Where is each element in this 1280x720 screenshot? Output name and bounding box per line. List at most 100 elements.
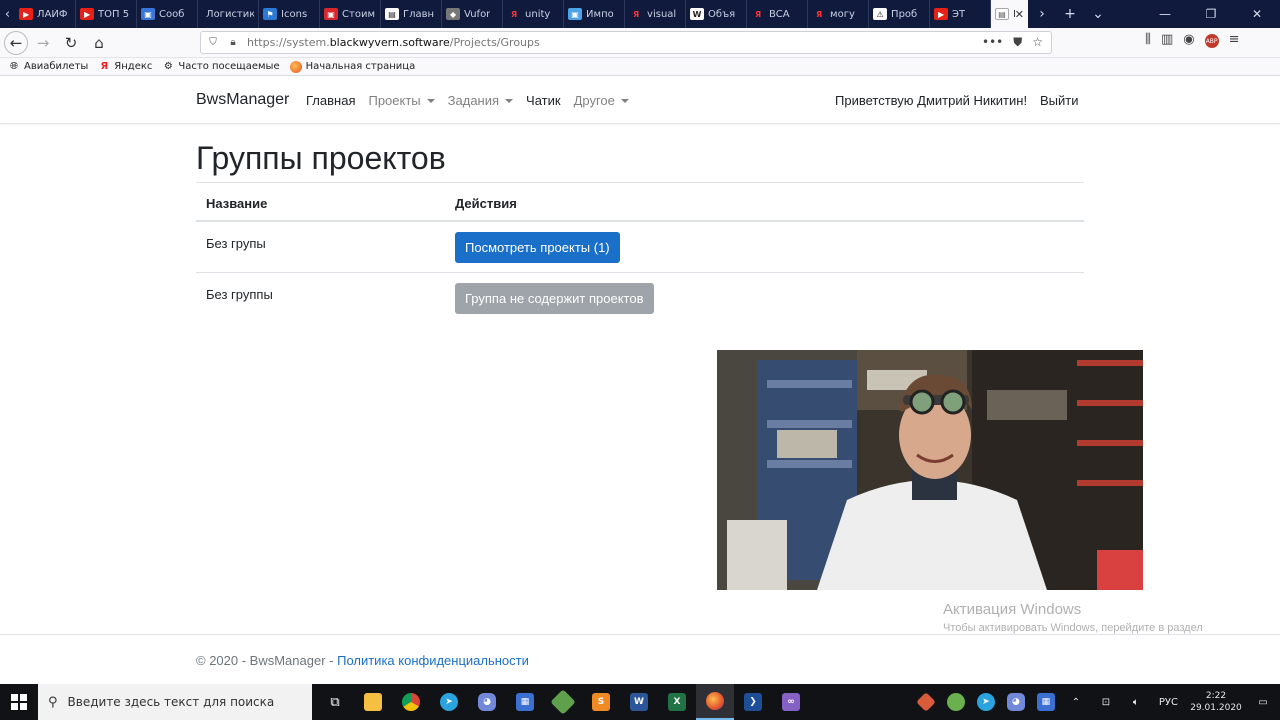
nav-item[interactable]: Задания	[448, 93, 514, 108]
browser-tab[interactable]: Ямогу	[808, 0, 870, 28]
empty-group-button[interactable]: Группа не содержит проектов	[455, 283, 654, 314]
browser-tab[interactable]: ▶ ЭТ	[930, 0, 992, 28]
taskbar-discord[interactable]: ◕	[468, 684, 506, 720]
menu-icon[interactable]: ≡	[1229, 32, 1240, 48]
site-footer: © 2020 - BwsManager - Политика конфиденц…	[0, 634, 1280, 684]
taskbar-search[interactable]: ⚲ Введите здесь текст для поиска	[38, 684, 312, 720]
tab-scroll-left-icon[interactable]: ‹	[0, 0, 15, 28]
tray-android[interactable]	[941, 693, 971, 711]
forward-button[interactable]: →	[30, 30, 56, 56]
page-actions-icon[interactable]: •••	[982, 35, 1003, 50]
browser-tab[interactable]: ▶ ТОП 5	[76, 0, 138, 28]
main-menu: Главная Проекты Задания Чатик Другое	[306, 93, 642, 108]
browser-tab[interactable]: ⚑ Icons	[259, 0, 321, 28]
url-text[interactable]: https://system.blackwyvern.software/Proj…	[247, 36, 540, 49]
restore-icon[interactable]: ❐	[1188, 7, 1234, 21]
browser-tab[interactable]: ▣ Сооб	[137, 0, 199, 28]
tab-scroll-right-icon[interactable]: ›	[1028, 6, 1056, 22]
view-projects-button[interactable]: Посмотреть проекты (1)	[455, 232, 620, 263]
list-tabs-icon[interactable]: ⌄	[1084, 6, 1112, 22]
close-tab-icon[interactable]: ✕	[1015, 8, 1024, 21]
adblock-icon[interactable]: ABP	[1204, 34, 1219, 48]
home-button[interactable]: ⌂	[86, 30, 112, 56]
taskbar-visual-studio[interactable]: ∞	[772, 684, 810, 720]
bookmark-most-visited[interactable]: ⚙ Часто посещаемые	[162, 61, 280, 73]
nav-item[interactable]: Другое	[574, 93, 629, 108]
arrow-right-icon: →	[36, 33, 50, 52]
nav-item[interactable]: Проекты	[368, 93, 435, 108]
taskbar-network-app[interactable]: ▦	[506, 684, 544, 720]
column-header-name: Название	[206, 196, 268, 211]
user-greeting[interactable]: Приветствую Дмитрий Никитин!	[835, 93, 1027, 108]
taskbar-excel[interactable]: X	[658, 684, 696, 720]
browser-tab[interactable]: ⚠ Проб	[869, 0, 931, 28]
language-indicator[interactable]: РУС	[1159, 697, 1178, 708]
browser-tab[interactable]: Логистик	[198, 0, 260, 28]
youtube-icon: ▶	[19, 8, 34, 20]
privacy-link[interactable]: Политика конфиденциальности	[337, 653, 529, 668]
taskbar-git[interactable]	[544, 684, 582, 720]
browser-tab[interactable]: ▣ Стоим	[320, 0, 382, 28]
nav-item[interactable]: Главная	[306, 93, 355, 108]
taskbar-clock[interactable]: 2:22 29.01.2020	[1186, 690, 1246, 714]
tab-label: unity	[525, 8, 551, 20]
shield-icon[interactable]: ⛉	[205, 37, 221, 48]
tray-discord[interactable]: ◕	[1001, 693, 1031, 711]
taskbar-telegram[interactable]: ➤	[430, 684, 468, 720]
flag-icon: ⚑	[263, 8, 278, 20]
back-button[interactable]: ←	[4, 30, 28, 55]
browser-tab[interactable]: ▶ ЛАЙФ	[15, 0, 77, 28]
tray-network-app[interactable]: ▦	[1031, 693, 1061, 711]
tray-app-1[interactable]	[911, 692, 941, 712]
network-status-icon[interactable]: ⊡	[1091, 697, 1121, 708]
library-icon[interactable]: ⫼	[1145, 32, 1151, 48]
taskbar-sublime[interactable]: S	[582, 684, 620, 720]
excel-icon: X	[668, 693, 686, 711]
browser-tab[interactable]: ◆ Vufor	[442, 0, 504, 28]
bookmark-label: Начальная страница	[305, 61, 416, 72]
lock-icon[interactable]: 🔒︎	[225, 37, 241, 48]
tab-label: Сооб	[159, 8, 185, 20]
tab-label: Vufor	[464, 8, 491, 20]
task-view-button[interactable]: ⧉	[316, 684, 354, 720]
taskbar-firefox[interactable]	[696, 684, 734, 720]
url-bar[interactable]: ⛉ 🔒︎ https://system.blackwyvern.software…	[200, 31, 1052, 54]
browser-tab[interactable]: Яvisual	[625, 0, 687, 28]
bookmark-label: Авиабилеты	[24, 61, 89, 72]
globe-icon: 🌐︎	[10, 61, 18, 72]
bookmark-start-page[interactable]: Начальная страница	[289, 60, 416, 73]
bookmark-label: Часто посещаемые	[178, 61, 280, 72]
folder-icon	[364, 693, 382, 711]
tray-telegram[interactable]: ➤	[971, 693, 1001, 711]
close-window-icon[interactable]: ✕	[1234, 7, 1280, 21]
taskbar-explorer[interactable]	[354, 684, 392, 720]
bookmark-yandex[interactable]: Я Яндекс	[98, 61, 152, 73]
logout-button[interactable]: Выйти	[1040, 93, 1079, 108]
browser-tab[interactable]: ▤ Главн	[381, 0, 443, 28]
volume-icon[interactable]: 🔈︎	[1121, 697, 1151, 708]
table-header: Название Действия	[196, 182, 1084, 222]
browser-tab[interactable]: W Объя	[686, 0, 748, 28]
nav-item[interactable]: Чатик	[526, 93, 561, 108]
sidebar-icon[interactable]: ▥	[1161, 32, 1173, 48]
pocket-icon[interactable]: ⛊	[1013, 35, 1022, 50]
browser-tab[interactable]: ▣ Импо	[564, 0, 626, 28]
bookmark-star-icon[interactable]: ☆	[1032, 35, 1043, 50]
taskbar-chrome[interactable]	[392, 684, 430, 720]
tab-active[interactable]: ▤ Гр ✕	[991, 0, 1028, 28]
taskbar-word[interactable]: W	[620, 684, 658, 720]
reload-button[interactable]: ↻	[58, 30, 84, 56]
discord-icon: ◕	[478, 693, 496, 711]
notifications-icon[interactable]: ▭	[1246, 697, 1280, 708]
taskbar-powershell[interactable]: ❯	[734, 684, 772, 720]
account-icon[interactable]: ◉	[1183, 32, 1194, 48]
start-button[interactable]	[0, 684, 38, 720]
brand-link[interactable]: BwsManager	[196, 91, 289, 109]
url-prefix: https://system.	[247, 36, 330, 49]
tray-overflow-icon[interactable]: ⌃	[1061, 697, 1091, 708]
bookmark-aviabilety[interactable]: 🌐︎ Авиабилеты	[8, 61, 88, 73]
new-tab-icon[interactable]: +	[1056, 6, 1084, 22]
browser-tab[interactable]: Яunity	[503, 0, 565, 28]
minimize-icon[interactable]: —	[1142, 7, 1188, 21]
browser-tab[interactable]: Я BCA	[747, 0, 809, 28]
